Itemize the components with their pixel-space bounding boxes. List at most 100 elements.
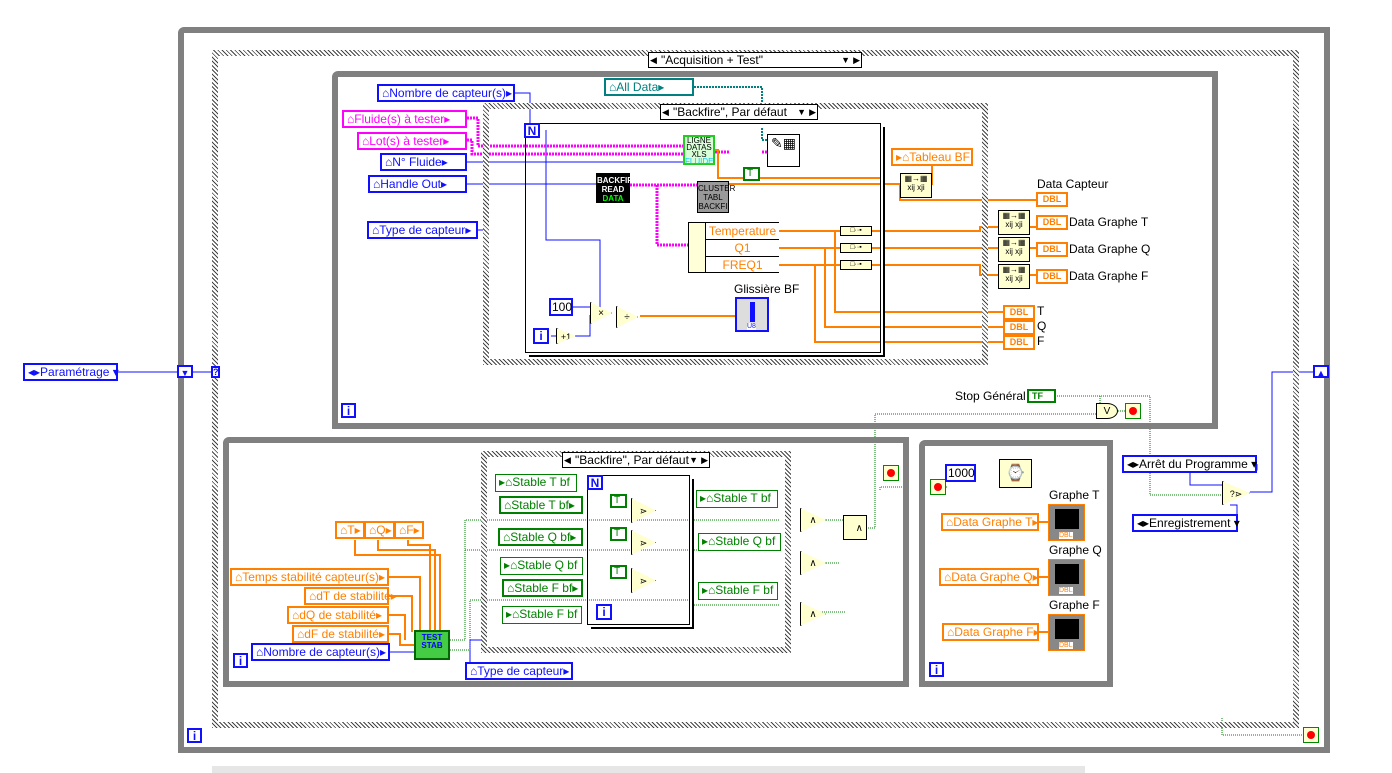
lots-local[interactable]: ⌂Lot(s) à tester▸ — [357, 132, 467, 150]
true-constant-t[interactable]: T — [610, 494, 627, 508]
t-indicator[interactable]: DBL — [1003, 305, 1035, 320]
type-capteur-local[interactable]: ⌂Type de capteur▸ — [367, 221, 478, 239]
q-indicator[interactable]: DBL — [1003, 320, 1035, 335]
label: Data Graphe Q — [951, 570, 1033, 584]
wait-ms-constant[interactable]: 1000 — [945, 464, 976, 482]
enregistrement-enum[interactable]: ◂▸Enregistrement ▾ — [1132, 514, 1240, 532]
stable-q-bf-out[interactable]: ▸⌂Stable Q bf — [698, 533, 781, 551]
df-stabilite-local[interactable]: ⌂dF de stabilité▸ — [292, 625, 389, 643]
stable-t-bf-in-2[interactable]: ⌂Stable T bf▸ — [499, 496, 583, 514]
f-indicator[interactable]: DBL — [1003, 335, 1035, 350]
stable-q-bf-in-2[interactable]: ▸⌂Stable Q bf — [500, 557, 583, 575]
label: Type de capteur — [379, 223, 466, 237]
top-case-selector[interactable]: ◀ "Backfire", Par défaut ▼ ▶ — [660, 104, 818, 120]
data-graphe-f-indicator[interactable]: DBL — [1036, 269, 1068, 284]
label: Stable Q bf — [517, 558, 578, 572]
all-data-local[interactable]: ⌂All Data▸ — [604, 78, 694, 96]
backfire-read-data-subvi[interactable]: BACKFIR READ DATA — [596, 173, 633, 203]
label: Tableau BF — [909, 150, 970, 164]
true-constant-q[interactable]: T — [610, 527, 627, 541]
data-capteur-indicator[interactable]: DBL — [1036, 192, 1068, 207]
glissiere-bf-terminal[interactable]: U8 — [735, 297, 769, 332]
type-capteur-local-2[interactable]: ⌂Type de capteur▸ — [465, 662, 573, 680]
graphe-t-icon[interactable]: DBL — [1048, 504, 1085, 541]
stop-terminal-bottom-right[interactable] — [930, 479, 946, 495]
tableau-bf-local[interactable]: ▸⌂Tableau BF — [891, 148, 973, 166]
unbundle-q1: Q1 — [706, 240, 779, 257]
bottom-case-selector[interactable]: ◀ "Backfire", Par défaut ▼ ▶ — [562, 452, 710, 468]
unbundle-temperature: Temperature — [706, 223, 779, 240]
transpose-q[interactable]: ▦→▦ xij xji — [998, 237, 1030, 262]
or-node[interactable]: V — [1096, 403, 1118, 419]
label: Stable F bf — [519, 607, 578, 621]
data-graphe-q-local[interactable]: ⌂Data Graphe Q▸ — [939, 568, 1039, 586]
stable-f-bf-out[interactable]: ▸⌂Stable F bf — [698, 582, 778, 600]
arret-programme-enum[interactable]: ◂▸Arrêt du Programme ▾ — [1122, 455, 1257, 473]
build-array-q[interactable]: □··▪ — [840, 243, 872, 253]
ligne-datas-subvi[interactable]: LIGNE DATAS XLS FLUIDE — [683, 135, 715, 166]
data-graphe-t-indicator[interactable]: DBL — [1036, 215, 1068, 230]
label: Stable F bf — [715, 583, 774, 597]
compound-and-node[interactable]: ∧ — [843, 515, 867, 540]
build-array-t[interactable]: □··▪ — [840, 226, 872, 236]
n-fluide-local[interactable]: ⌂N° Fluide▸ — [380, 153, 467, 171]
stable-t-bf-in-1[interactable]: ▸⌂Stable T bf — [495, 474, 577, 492]
bottom-right-loop-iteration: i — [929, 662, 944, 677]
build-array-f[interactable]: □··▪ — [840, 260, 872, 270]
graphe-f-label: Graphe F — [1049, 598, 1100, 612]
f-local[interactable]: ⌂F▸ — [394, 521, 424, 539]
stop-general-terminal[interactable]: TF — [1027, 389, 1056, 403]
case-selector-terminal: ? — [211, 366, 220, 378]
state-enum-parametrage[interactable]: ◂▸Paramétrage ▾ — [23, 363, 119, 381]
label: Lot(s) à tester — [369, 134, 444, 148]
graphe-t-label: Graphe T — [1049, 488, 1100, 502]
stable-f-bf-in-1[interactable]: ⌂Stable F bf▸ — [502, 579, 583, 597]
text: BACKFIR — [597, 176, 633, 185]
text: DATA — [602, 194, 624, 203]
temps-stabilite-local[interactable]: ⌂Temps stabilité capteur(s)▸ — [230, 568, 389, 586]
stable-q-bf-in-1[interactable]: ⌂Stable Q bf▸ — [498, 528, 583, 546]
stable-f-bf-in-2[interactable]: ▸⌂Stable F bf — [502, 606, 582, 624]
case-label: "Acquisition + Test" — [661, 53, 764, 67]
data-graphe-t-local[interactable]: ⌂Data Graphe T▸ — [941, 513, 1039, 531]
horizontal-scrollbar[interactable] — [212, 766, 1085, 773]
t-label: T — [1037, 304, 1045, 318]
data-graphe-q-indicator[interactable]: DBL — [1036, 242, 1068, 257]
outer-case-selector[interactable]: ◀ "Acquisition + Test" ▼ ▶ — [648, 52, 862, 68]
transpose-f[interactable]: ▦→▦ xij xji — [998, 264, 1030, 289]
data-graphe-f-local[interactable]: ⌂Data Graphe F▸ — [942, 623, 1040, 641]
true-constant-f[interactable]: T — [610, 565, 627, 579]
true-constant[interactable]: T — [743, 167, 760, 181]
nombre-capteurs-local[interactable]: ⌂Nombre de capteur(s)▸ — [377, 84, 515, 102]
write-table-node[interactable]: ✎▦ — [767, 134, 800, 167]
label: Stable Q bf — [510, 530, 571, 544]
shift-register-right: ▲ — [1313, 365, 1329, 378]
wait-ms-icon[interactable]: ⌚ — [999, 459, 1032, 488]
q-local[interactable]: ⌂Q▸ — [364, 521, 395, 539]
unbundle-by-name[interactable]: Temperature Q1 FREQ1 — [688, 222, 779, 273]
test-stab-subvi[interactable]: TEST STAB — [414, 630, 450, 660]
stop-terminal-bottom-left[interactable] — [883, 465, 899, 481]
f-label: F — [1037, 334, 1045, 348]
transpose-tableau[interactable]: ▦→▦ xij xji — [900, 173, 932, 198]
label: Stable T bf — [713, 491, 771, 505]
fluides-local[interactable]: ⌂Fluide(s) à tester▸ — [342, 110, 467, 128]
shift-register-left: ▼ — [177, 365, 193, 378]
label: Stable T bf — [512, 475, 570, 489]
graphe-f-icon[interactable]: DBL — [1048, 614, 1085, 651]
stable-t-bf-out[interactable]: ▸⌂Stable T bf — [696, 490, 778, 508]
t-local[interactable]: ⌂T▸ — [335, 521, 365, 539]
label: F — [406, 523, 414, 537]
outer-stop-terminal[interactable] — [1303, 727, 1319, 743]
dq-stabilite-local[interactable]: ⌂dQ de stabilité▸ — [287, 606, 389, 624]
graphe-q-icon[interactable]: DBL — [1048, 559, 1085, 596]
dt-stabilite-local[interactable]: ⌂dT de stabilité▸ — [304, 587, 397, 605]
stop-terminal-top[interactable] — [1125, 403, 1141, 419]
cluster-tabl-backfi-subvi[interactable]: CLUSTER TABL BACKFI — [697, 181, 735, 213]
constant-100[interactable]: 100 — [549, 298, 573, 316]
handle-out-local[interactable]: ⌂Handle Out▸ — [368, 175, 467, 193]
label: Nombre de capteur(s) — [389, 86, 506, 100]
transpose-t[interactable]: ▦→▦ xij xji — [998, 210, 1030, 235]
data-graphe-q-label: Data Graphe Q — [1069, 242, 1151, 256]
nombre-capteurs-local-2[interactable]: ⌂Nombre de capteur(s)▸ — [251, 643, 390, 661]
